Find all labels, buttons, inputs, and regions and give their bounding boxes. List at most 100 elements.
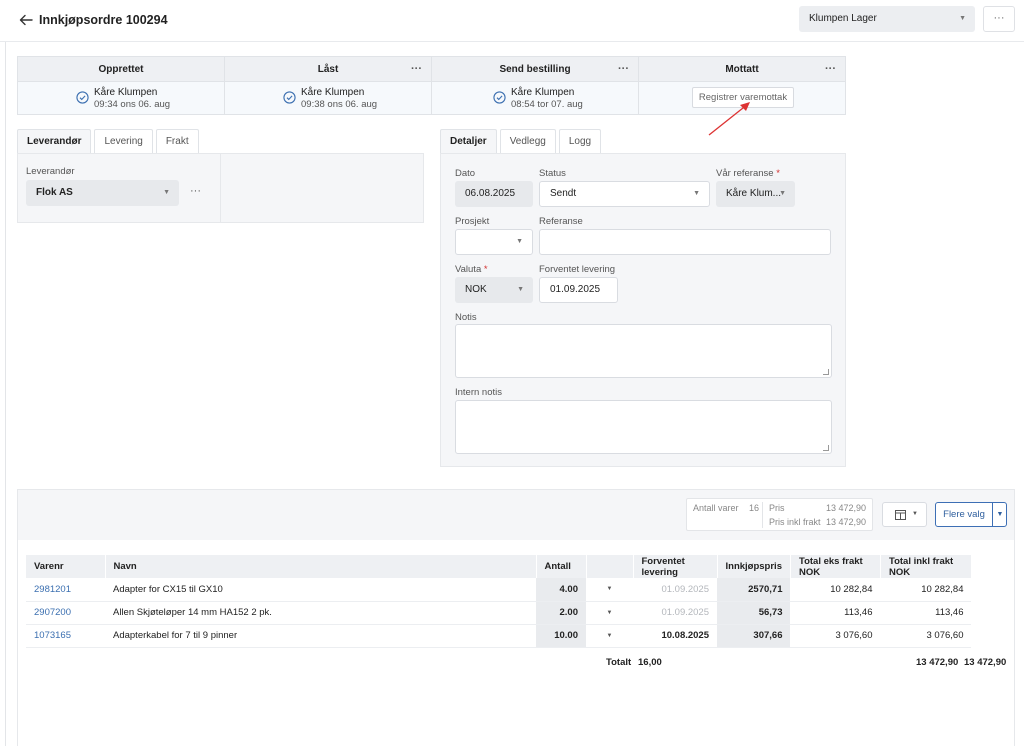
status-created: Opprettet Kåre Klumpen 09:34 ons 06. aug [18,57,225,114]
column-header-unit [586,555,634,578]
quantity-input[interactable]: 4.00 [536,578,586,602]
chevron-down-icon[interactable]: ▼ [586,624,633,648]
details-panel: Dato 06.08.2025 Status Sendt ▼ Vår refer… [440,153,846,467]
supplier-select-value: Flok AS [36,187,73,198]
status-time: 08:54 tor 07. aug [511,99,583,110]
quantity-input[interactable]: 10.00 [536,624,586,648]
currency-select-value: NOK [465,284,487,295]
item-number-link[interactable]: 1073165 [26,624,105,648]
table-row: 2907200 Allen Skjøteløper 14 mm HA152 2 … [26,601,972,625]
column-header-varenr[interactable]: Varenr [26,555,106,578]
item-count-label: Antall varer [693,503,739,513]
date-label: Dato [455,168,476,179]
expected-delivery-label: Forventet levering [539,264,616,275]
internal-note-textarea[interactable] [455,400,832,454]
currency-select[interactable]: NOK ▼ [455,277,533,303]
tab-log[interactable]: Logg [558,129,602,153]
expected-delivery-cell[interactable]: 01.09.2025 [633,578,717,602]
tab-delivery[interactable]: Levering [94,129,153,153]
price-value: 13 472,90 [825,503,866,513]
column-header-expected-delivery[interactable]: Forventet levering [633,555,718,578]
item-count-value: 16 [749,503,760,513]
resize-handle-icon[interactable] [823,445,829,451]
status-menu-button[interactable]: ··· [411,57,422,82]
status-title: Låst [317,64,339,75]
total-excl-cell: 10 282,84 [790,578,881,602]
column-header-antall[interactable]: Antall [536,555,587,578]
supplier-tabs: Leverandør Levering Frakt [17,129,202,153]
chevron-down-icon: ▼ [912,511,918,517]
item-name: Adapter for CX15 til GX10 [105,578,536,602]
project-select[interactable]: ▼ [455,229,533,255]
chevron-down-icon: ▼ [959,15,966,22]
check-circle-icon [493,91,506,104]
resize-handle-icon[interactable] [823,369,829,375]
total-incl-cell: 3 076,60 [880,624,972,648]
currency-label: Valuta * [455,264,488,275]
tab-supplier[interactable]: Leverandør [17,129,92,153]
date-field[interactable]: 06.08.2025 [455,181,533,207]
status-locked: Låst ··· Kåre Klumpen 09:38 ons 06. aug [225,57,432,114]
expected-delivery-cell[interactable]: 01.09.2025 [633,601,717,625]
column-header-total-incl[interactable]: Total inkl frakt NOK [880,555,972,578]
expected-delivery-input[interactable]: 01.09.2025 [539,277,618,303]
column-header-purchase-price[interactable]: Innkjøpspris [717,555,791,578]
note-textarea[interactable] [455,324,832,378]
table-row: 1073165 Adapterkabel for 7 til 9 pinner … [26,624,972,648]
chevron-down-icon: ▼ [693,190,700,197]
expected-delivery-cell[interactable]: 10.08.2025 [633,624,717,648]
supplier-label: Leverandør [26,166,75,177]
chevron-down-icon: ▼ [779,190,786,197]
chevron-down-icon[interactable]: ▼ [586,578,633,602]
back-arrow-icon[interactable] [18,12,34,28]
status-sent: Send bestilling ··· Kåre Klumpen 08:54 t… [432,57,639,114]
quantity-input[interactable]: 2.00 [536,601,586,625]
header-more-button[interactable]: ··· [983,6,1015,32]
totals-quantity: 16,00 [638,657,662,668]
columns-icon [895,510,906,520]
status-user: Kåre Klumpen [94,87,158,98]
reference-input[interactable] [539,229,831,255]
status-menu-button[interactable]: ··· [825,57,836,82]
order-summary: Antall varer 16 Pris 13 472,90 Pris inkl… [686,498,873,531]
check-circle-icon [283,91,296,104]
table-row: 2981201 Adapter for CX15 til GX10 4.00 ▼… [26,578,972,602]
item-number-link[interactable]: 2981201 [26,578,105,602]
annotation-arrow-icon [708,102,750,136]
supplier-select[interactable]: Flok AS ▼ [26,180,179,206]
chevron-down-icon: ▼ [517,286,524,293]
status-title: Mottatt [725,64,759,75]
column-header-navn[interactable]: Navn [105,555,537,578]
tab-freight[interactable]: Frakt [155,129,199,153]
note-label: Notis [455,312,477,323]
status-title: Send bestilling [499,64,571,75]
tab-details[interactable]: Detaljer [440,129,497,153]
our-reference-select[interactable]: Kåre Klum... ▼ [716,181,795,207]
details-tabs: Detaljer Vedlegg Logg [440,129,604,153]
project-label: Prosjekt [455,216,490,227]
internal-note-label: Intern notis [455,387,502,398]
our-reference-label: Vår referanse * [716,168,780,179]
chevron-down-icon[interactable]: ▼ [586,601,633,625]
column-header-total-excl[interactable]: Total eks frakt NOK [790,555,881,578]
supplier-more-button[interactable]: ··· [190,185,201,197]
chevron-down-icon[interactable]: ▼ [992,503,1007,526]
purchase-price-input[interactable]: 307,66 [717,624,791,648]
status-menu-button[interactable]: ··· [618,57,629,82]
item-number-link[interactable]: 2907200 [26,601,105,625]
purchase-price-input[interactable]: 56,73 [717,601,791,625]
columns-button[interactable]: ▼ [882,502,927,527]
item-name: Adapterkabel for 7 til 9 pinner [105,624,536,648]
status-title: Opprettet [18,57,224,82]
purchase-price-input[interactable]: 2570,71 [717,578,791,602]
warehouse-select[interactable]: Klumpen Lager ▼ [799,6,975,32]
order-lines-table: Varenr Navn Antall Forventet levering In… [26,555,972,648]
status-select-value: Sendt [550,188,577,199]
check-circle-icon [76,91,89,104]
tab-attachments[interactable]: Vedlegg [499,129,556,153]
status-select[interactable]: Sendt ▼ [539,181,710,207]
more-options-label: Flere valg [943,509,985,520]
reference-label: Referanse [539,216,583,227]
more-options-button[interactable]: Flere valg ▼ [935,502,1007,527]
status-user: Kåre Klumpen [301,87,365,98]
